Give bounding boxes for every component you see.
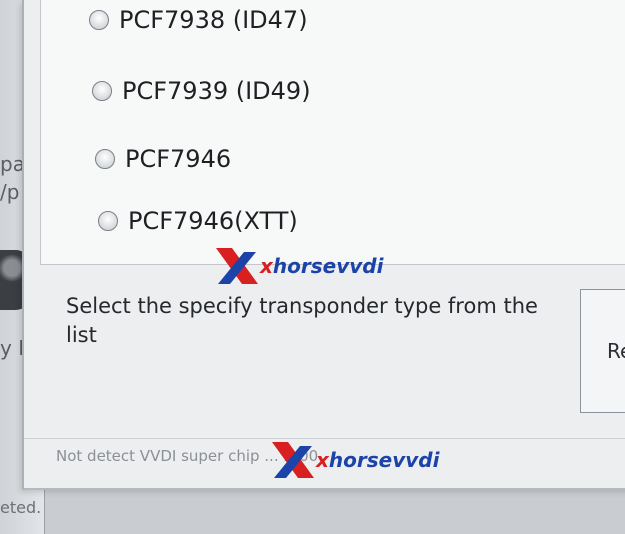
background-status-text: eted. bbox=[0, 498, 42, 517]
option-label: PCF7946 bbox=[125, 145, 232, 173]
background-text-fragment: /p bbox=[0, 180, 20, 204]
transponder-type-dialog: PCF7938 (ID47) PCF7939 (ID49) PCF7946 PC… bbox=[22, 0, 625, 490]
watermark-text: xhorsevvdi bbox=[316, 448, 440, 472]
radio-button[interactable] bbox=[98, 211, 118, 231]
radio-button[interactable] bbox=[92, 81, 112, 101]
brand-watermark: xhorsevvdi bbox=[212, 246, 383, 286]
transponder-options-panel: PCF7938 (ID47) PCF7939 (ID49) PCF7946 PC… bbox=[40, 0, 625, 265]
brand-watermark: xhorsevvdi bbox=[268, 440, 439, 480]
xhorse-logo-icon bbox=[272, 442, 314, 478]
radio-button[interactable] bbox=[89, 10, 109, 30]
read-button[interactable]: Re bbox=[580, 289, 625, 413]
radio-button[interactable] bbox=[95, 149, 115, 169]
option-label: PCF7938 (ID47) bbox=[119, 6, 308, 34]
instruction-text: Select the specify transponder type from… bbox=[66, 294, 538, 347]
option-pcf7939[interactable]: PCF7939 (ID49) bbox=[92, 77, 311, 105]
option-label: PCF7946(XTT) bbox=[128, 207, 298, 235]
xhorse-logo-icon bbox=[216, 248, 258, 284]
option-pcf7938[interactable]: PCF7938 (ID47) bbox=[89, 6, 308, 34]
option-pcf7946[interactable]: PCF7946 bbox=[95, 145, 231, 173]
option-label: PCF7939 (ID49) bbox=[122, 77, 311, 105]
watermark-text: xhorsevvdi bbox=[260, 254, 384, 278]
option-pcf7946-xtt[interactable]: PCF7946(XTT) bbox=[98, 207, 298, 235]
